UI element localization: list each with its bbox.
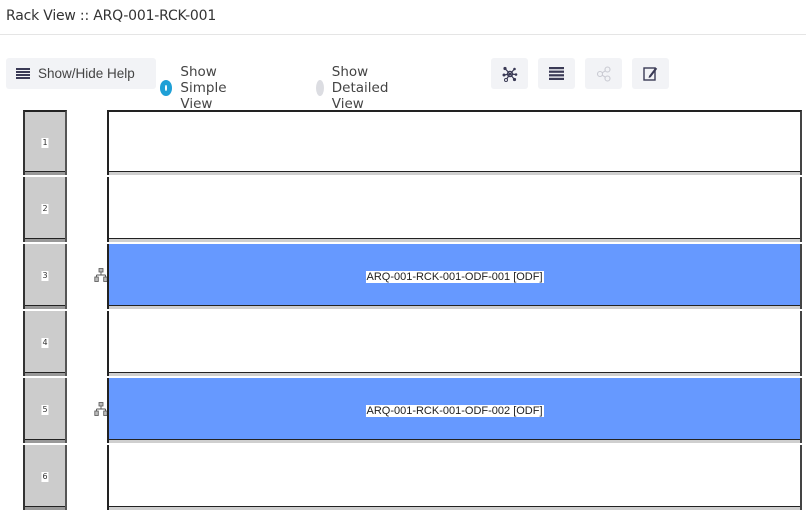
hamburger-icon — [16, 68, 30, 79]
rack-unit-number-label: 4 — [41, 337, 49, 348]
rack-control-column — [67, 110, 108, 512]
radio-unselected-icon — [316, 80, 324, 96]
list-icon — [549, 67, 564, 80]
rack-unit-number: 3 — [23, 244, 67, 309]
simple-view-label: Show Simple View — [180, 64, 227, 112]
rack-unit-number: 1 — [23, 110, 67, 175]
simple-view-radio[interactable]: Show Simple View — [160, 64, 230, 112]
page-title: Rack View :: ARQ-001-RCK-001 — [6, 8, 217, 24]
rack-empty-slot[interactable] — [107, 110, 802, 175]
device-label: ARQ-001-RCK-001-ODF-002 [ODF] — [365, 404, 544, 417]
network-topology-button[interactable] — [491, 58, 528, 89]
network-topology-icon — [502, 66, 517, 82]
rack-unit-number-label: 3 — [41, 270, 49, 281]
rack-unit-number: 5 — [23, 378, 67, 443]
show-hide-help-button[interactable]: Show/Hide Help — [6, 58, 156, 89]
list-view-button[interactable] — [538, 58, 575, 89]
device-label: ARQ-001-RCK-001-ODF-001 [ODF] — [365, 270, 544, 283]
rack-device[interactable]: ARQ-001-RCK-001-ODF-001 [ODF] — [107, 244, 802, 309]
rack-empty-slot[interactable] — [107, 445, 802, 510]
rack-device[interactable]: ARQ-001-RCK-001-ODF-002 [ODF] — [107, 378, 802, 443]
share-icon — [596, 65, 611, 82]
rack-unit-number-label: 2 — [41, 203, 49, 214]
rack-unit-number: 2 — [23, 177, 67, 242]
rack-unit-number-label: 5 — [41, 404, 49, 415]
rack-unit-number-label: 6 — [41, 471, 49, 482]
title-divider — [0, 34, 806, 35]
rack-unit-number: 6 — [23, 445, 67, 510]
rack-unit-number: 4 — [23, 311, 67, 376]
network-tree-icon[interactable] — [94, 268, 108, 282]
radio-selected-icon — [160, 80, 173, 96]
edit-icon — [643, 67, 658, 81]
rack-unit-number-label: 1 — [41, 137, 49, 148]
share-button[interactable] — [585, 58, 622, 89]
edit-button[interactable] — [632, 58, 669, 89]
rack-empty-slot[interactable] — [107, 177, 802, 242]
help-button-label: Show/Hide Help — [38, 66, 135, 81]
detailed-view-label: Show Detailed View — [331, 64, 389, 112]
detailed-view-radio[interactable]: Show Detailed View — [316, 64, 397, 112]
network-tree-icon[interactable] — [94, 402, 108, 416]
rack-empty-slot[interactable] — [107, 311, 802, 376]
